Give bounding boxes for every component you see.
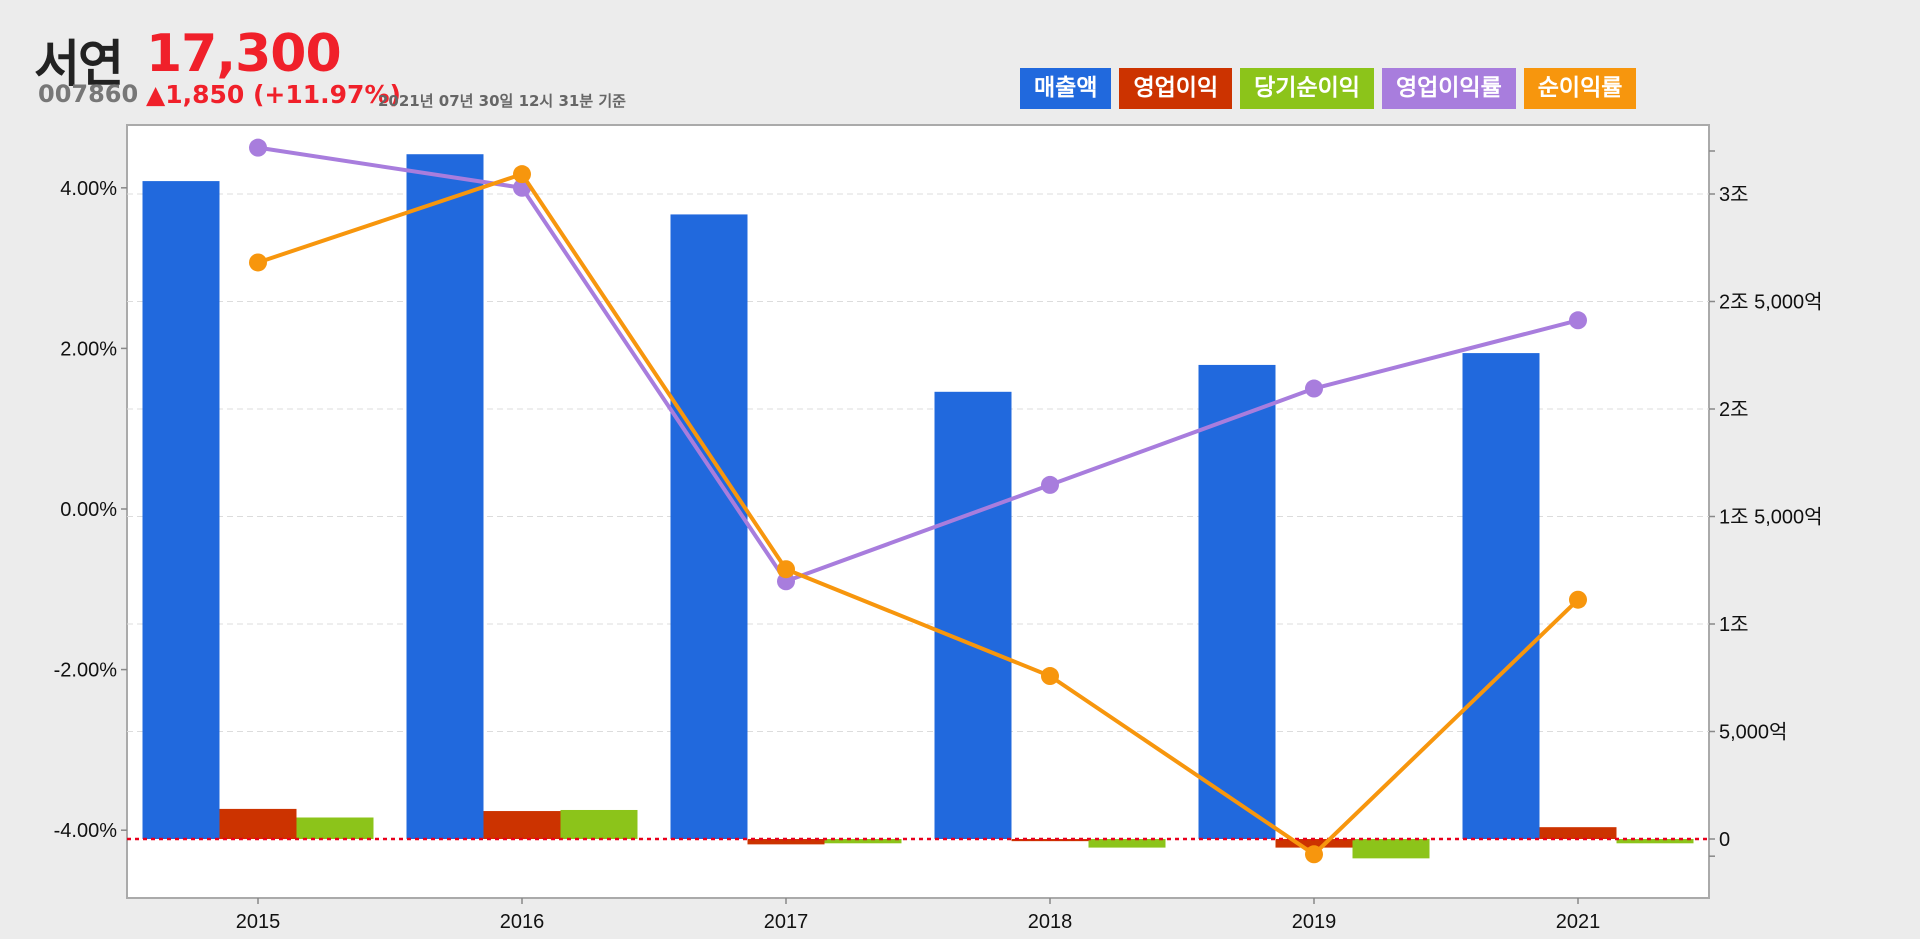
financial-chart: 4.00% 2.00% 0.00% -2.00% -4.00% 3조 2조 5,000억 2조… [54, 124, 1823, 933]
left-axis-tick-label: 2.00% [60, 338, 117, 360]
x-axis-label-2019: 2019 [1292, 911, 1337, 933]
bar-net-income-2015 [296, 817, 374, 839]
x-axis-label-2018: 2018 [1028, 911, 1073, 933]
bar-revenue-2015 [142, 181, 220, 840]
x-axis-label-2021: 2021 [1556, 911, 1601, 933]
point-net-margin-2021 [1569, 590, 1587, 609]
left-axis-tick-label: 4.00% [60, 178, 117, 200]
right-axis-tick-label: 2조 [1719, 399, 1749, 421]
bar-operating-profit-2016 [483, 811, 561, 839]
left-axis-tick-label: -4.00% [54, 820, 118, 842]
left-axis-tick-label: 0.00% [60, 499, 117, 521]
point-op-margin-2015 [249, 138, 267, 157]
point-net-margin-2018 [1041, 667, 1059, 686]
bar-operating-profit-2015 [219, 808, 297, 839]
bar-revenue-2018 [934, 391, 1012, 839]
right-axis-tick-label: 5,000억 [1719, 721, 1787, 744]
bar-net-income-2019 [1352, 839, 1430, 859]
x-axis-label-2016: 2016 [500, 911, 545, 933]
right-axis-tick-label: 1조 [1719, 614, 1749, 636]
point-net-margin-2016 [513, 165, 531, 184]
point-net-margin-2019 [1305, 845, 1323, 864]
bar-revenue-2021 [1462, 353, 1540, 839]
right-axis-tick-label: 0 [1719, 829, 1730, 851]
bar-revenue-2016 [406, 154, 484, 840]
x-axis-label-2017: 2017 [764, 911, 809, 933]
point-op-margin-2019 [1305, 379, 1323, 398]
bar-revenue-2017 [670, 214, 748, 840]
x-axis-label-2015: 2015 [236, 911, 281, 933]
right-axis-tick-label: 3조 [1719, 184, 1749, 206]
bar-revenue-2019 [1198, 364, 1276, 839]
bar-operating-profit-2021 [1539, 827, 1617, 839]
bar-net-income-2016 [560, 809, 638, 839]
bar-net-income-2018 [1088, 839, 1166, 848]
left-axis-tick-label: -2.00% [54, 660, 118, 682]
point-op-margin-2021 [1569, 311, 1587, 330]
point-net-margin-2017 [777, 560, 795, 579]
right-axis-tick-label: 1조 5,000억 [1719, 506, 1823, 529]
point-net-margin-2015 [249, 253, 267, 272]
point-op-margin-2018 [1041, 475, 1059, 494]
right-axis-tick-label: 2조 5,000억 [1719, 291, 1823, 314]
